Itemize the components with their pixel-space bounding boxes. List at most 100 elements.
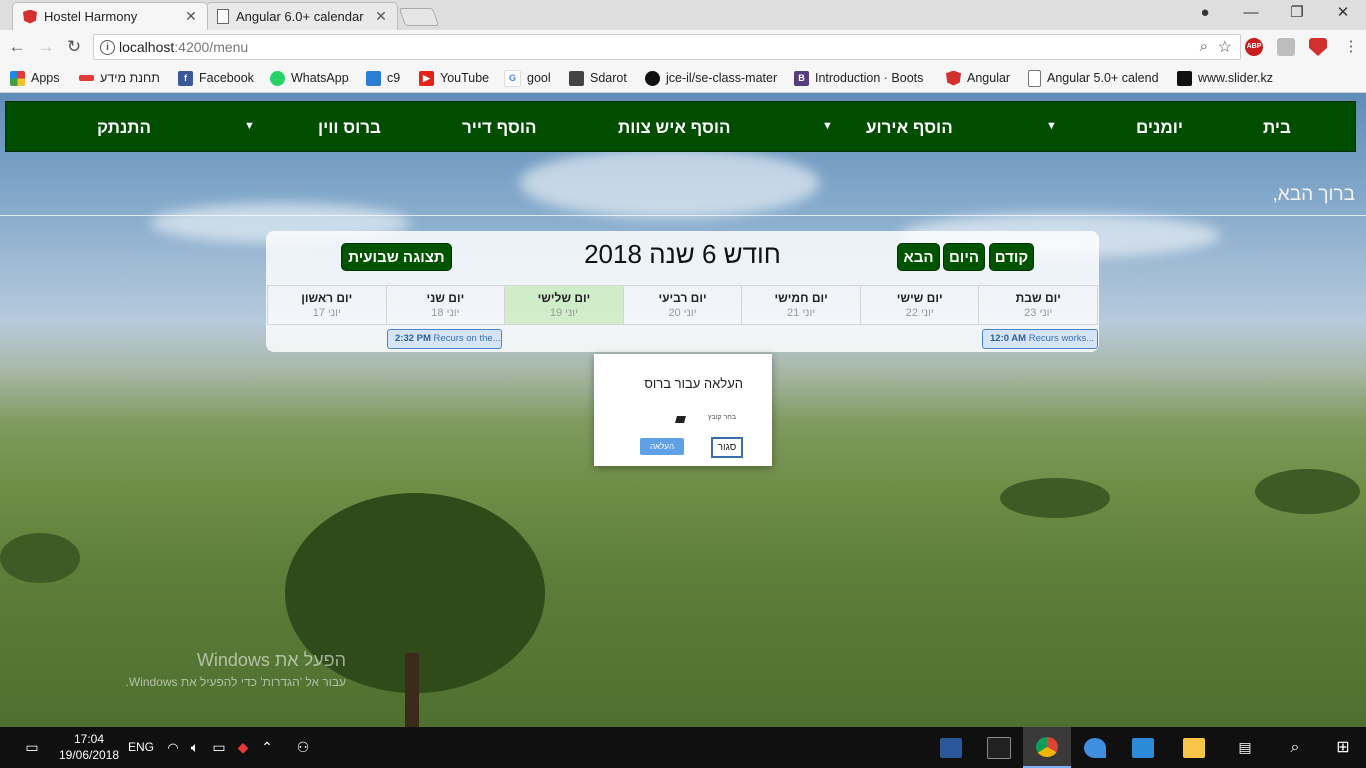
choose-file-button[interactable]: בחר קובץ [708, 414, 736, 421]
file-icon [675, 416, 686, 423]
bookmark-youtube[interactable]: ▶ YouTube [419, 69, 489, 87]
info-icon[interactable]: i [100, 40, 115, 55]
bookmark-bootstrap[interactable]: B Introduction · Boots [794, 69, 923, 87]
window-close-icon[interactable]: ✕ [1320, 0, 1366, 28]
close-icon[interactable]: ✕ [373, 8, 389, 25]
address-bar[interactable]: i localhost:4200/menu ⌕ ☆ [93, 34, 1241, 60]
close-button[interactable]: סגור [711, 437, 743, 458]
bookmark-sdarot[interactable]: Sdarot [569, 69, 627, 87]
chevron-down-icon[interactable]: ▼ [244, 102, 255, 151]
slider-icon [1177, 70, 1192, 86]
edge-icon [1084, 737, 1106, 758]
windows-start-icon[interactable]: ⊞ [1331, 727, 1355, 768]
day-cell-wednesday[interactable]: יום רביעי יוני 20 [622, 285, 743, 325]
pdf-extension-icon[interactable] [1277, 38, 1295, 56]
cloud-decoration [520, 148, 820, 218]
nav-add-event[interactable]: הוסף אירוע [866, 102, 953, 153]
main-navbar: בית יומנים ▼ הוסף אירוע ▼ הוסף איש צוות … [5, 101, 1356, 152]
today-button[interactable]: היום [943, 243, 985, 271]
profile-icon[interactable]: ● [1182, 0, 1228, 28]
taskbar-vscode[interactable] [1119, 727, 1167, 768]
people-icon[interactable]: ⚇ [294, 727, 312, 768]
day-cell-friday[interactable]: יום שישי יוני 22 [859, 285, 980, 325]
nav-add-staff[interactable]: הוסף איש צוות [618, 102, 730, 153]
new-tab-button[interactable] [398, 8, 440, 26]
bookmark-angular-calendar[interactable]: Angular 5.0+ calend [1028, 69, 1159, 87]
taskbar-word[interactable] [927, 727, 975, 768]
forward-icon[interactable]: → [35, 36, 57, 58]
zoom-icon[interactable]: ⌕ [1200, 38, 1208, 55]
calendar-event[interactable]: 2:32 PM Recurs on the... [387, 329, 502, 349]
youtube-icon: ▶ [419, 70, 434, 86]
search-icon[interactable]: ⌕ [1283, 727, 1307, 768]
terminal-icon [987, 736, 1011, 759]
bookmark-apps[interactable]: Apps [10, 69, 60, 87]
bootstrap-icon: B [794, 70, 809, 86]
bookmark-whatsapp[interactable]: WhatsApp [270, 69, 349, 87]
bookmark-slider[interactable]: www.slider.kz [1177, 69, 1273, 87]
restore-icon[interactable]: ❐ [1274, 0, 1320, 28]
chevron-down-icon[interactable]: ▼ [822, 102, 833, 151]
nav-add-resident[interactable]: הוסף דייר [462, 102, 536, 153]
day-cell-tuesday[interactable]: יום שלישי יוני 19 [504, 285, 624, 325]
divider [0, 215, 1366, 216]
page-icon [217, 9, 229, 24]
chrome-icon [1036, 736, 1058, 757]
bookmark-c9[interactable]: c9 [366, 69, 400, 87]
tab-angular-calendar[interactable]: Angular 6.0+ calendar ✕ [206, 2, 398, 30]
volume-icon[interactable]: 🔈︎ [186, 727, 204, 768]
day-cell-monday[interactable]: יום שני יוני 18 [385, 285, 506, 325]
reload-icon[interactable]: ↻ [63, 36, 85, 58]
day-cell-saturday[interactable]: יום שבת יוני 23 [978, 285, 1099, 325]
language-indicator[interactable]: ENG [126, 727, 156, 768]
back-icon[interactable]: ← [6, 36, 28, 58]
acrobat-tray-icon[interactable]: ◆ [234, 727, 252, 768]
chevron-down-icon[interactable]: ▼ [1046, 102, 1057, 151]
nav-user-bruce-wayne[interactable]: ברוס ווין [318, 102, 381, 153]
taskbar-edge[interactable] [1071, 727, 1119, 768]
wifi-icon[interactable]: ◠ [164, 727, 182, 768]
tree-trunk-decoration [405, 653, 419, 727]
clock[interactable]: 17:04 19/06/2018 [55, 731, 123, 763]
notification-icon[interactable]: ▭ [20, 727, 44, 768]
bookmark-info-station[interactable]: תחנת מידע [79, 69, 160, 87]
calendar-panel: תצוגה שבועית חודש 6 שנה 2018 הבא היום קו… [266, 231, 1099, 352]
nav-home[interactable]: בית [1263, 102, 1291, 153]
facebook-icon: f [178, 70, 193, 86]
vscode-icon [1132, 737, 1154, 758]
page-content: בית יומנים ▼ הוסף אירוע ▼ הוסף איש צוות … [0, 93, 1366, 727]
star-icon[interactable]: ☆ [1218, 37, 1232, 57]
bookmark-facebook[interactable]: f Facebook [178, 69, 254, 87]
bookmark-github[interactable]: jce-il/se-class-mater [645, 69, 777, 87]
apps-grid-icon [10, 70, 25, 86]
word-icon [940, 737, 962, 758]
taskbar-chrome[interactable] [1023, 727, 1071, 768]
day-cell-thursday[interactable]: יום חמישי יוני 21 [741, 285, 861, 325]
tree-decoration [0, 533, 80, 583]
angular-icon [23, 9, 37, 24]
shield-icon[interactable] [1309, 38, 1327, 56]
close-icon[interactable]: ✕ [183, 8, 199, 25]
taskbar-explorer[interactable] [1170, 727, 1218, 768]
prev-button[interactable]: קודם [989, 243, 1034, 271]
taskbar-cmd[interactable] [975, 727, 1023, 768]
bookmark-gool[interactable]: Ggool [504, 69, 551, 87]
day-cell-sunday[interactable]: יום ראשון יוני 17 [267, 285, 387, 325]
next-button[interactable]: הבא [897, 243, 940, 271]
bookmark-angular[interactable]: Angular [946, 69, 1010, 87]
upload-dialog: העלאה עבור ברוס בחר קובץ העלאה סגור [594, 354, 772, 466]
task-view-icon[interactable]: ▤ [1233, 727, 1257, 768]
tab-hostel-harmony[interactable]: Hostel Harmony ✕ [12, 2, 208, 30]
adblock-icon[interactable]: ABP [1245, 38, 1263, 56]
minimize-icon[interactable]: — [1228, 0, 1274, 28]
page-icon [1028, 69, 1041, 87]
tree-decoration [1255, 469, 1360, 514]
nav-calendars[interactable]: יומנים [1136, 102, 1183, 153]
menu-icon[interactable]: ⋮ [1340, 36, 1362, 58]
upload-button[interactable]: העלאה [640, 438, 684, 455]
nav-logout[interactable]: התנתק [97, 102, 151, 153]
battery-icon[interactable]: ▭ [210, 727, 228, 768]
tree-decoration [1000, 478, 1110, 518]
calendar-event[interactable]: 12:0 AM Recurs works... [982, 329, 1098, 349]
chevron-up-icon[interactable]: ⌃ [258, 727, 276, 768]
